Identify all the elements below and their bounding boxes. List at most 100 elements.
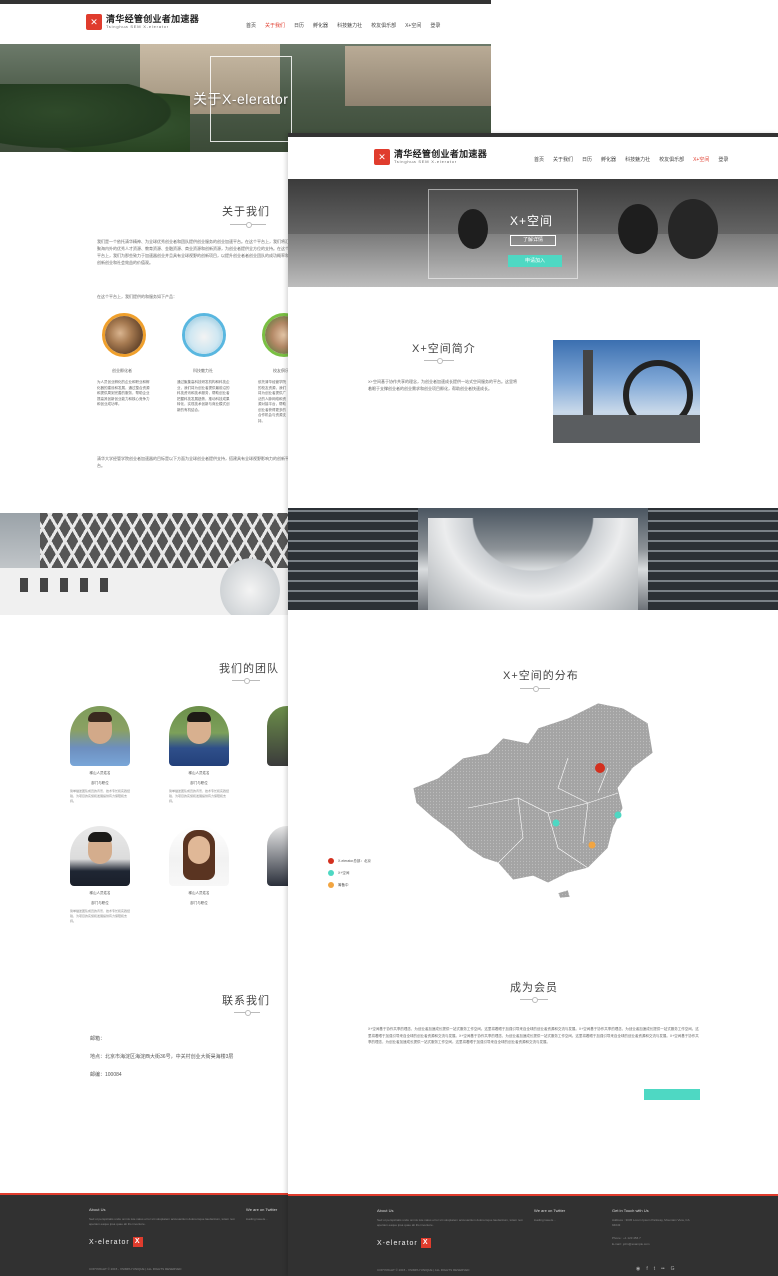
about-note: 清华大学经管学院创业者加速器的目标是以下方面为全球创业者提供支持，搭建具有全球视… — [97, 456, 289, 468]
service-desc-1: 为人员创业孵化的企业和职业和孵化器的建设和发展，通过整合资源和提供周到完善的服务… — [97, 380, 150, 406]
learn-more-button[interactable]: 了解详情 — [510, 235, 556, 246]
legend-color-dot — [328, 870, 334, 876]
logo-icon: ✕ — [86, 14, 102, 30]
logo-cn: 清华经管创业者加速器 — [106, 14, 200, 24]
atrium-banner-image — [288, 508, 778, 610]
hero-title: X+空间 — [510, 214, 554, 228]
main-menu: 首页 关于我们 日历 孵化器 科技魅力社 校友俱乐部 X+空间 登录 — [246, 22, 440, 29]
legend-color-dot — [328, 882, 334, 888]
menu-item[interactable]: 日历 — [582, 156, 592, 163]
footer-contact-label: Get in Touch with Us — [612, 1208, 649, 1213]
legend-label: X+空间 — [338, 870, 350, 875]
member-divider — [520, 997, 548, 1003]
site-logo[interactable]: ✕ 清华经管创业者加速器 Tsinghua SEM X-elerator — [374, 149, 487, 165]
team-card[interactable]: 稀山人员姓名 部门与职位 简单描述团队成员的背景、技术专长和实践经验，为项目的实… — [169, 706, 229, 804]
logo-en: Tsinghua SEM X-elerator — [106, 24, 169, 29]
x-space-marker — [552, 819, 560, 827]
menu-item[interactable]: X+空间 — [405, 22, 421, 29]
team-photo — [70, 826, 130, 886]
member-title: 成为会员 — [510, 982, 558, 994]
menu-item[interactable]: 校友俱乐部 — [371, 22, 396, 29]
footer-twitter-text: loading tweets... — [246, 1217, 268, 1221]
contact-email: 邮箱： — [90, 1036, 106, 1042]
team-photo — [70, 706, 130, 766]
site-logo[interactable]: ✕ 清华经管创业者加速器 Tsinghua SEM X-elerator — [86, 14, 199, 30]
logo-icon: ✕ — [374, 149, 390, 165]
team-name: 稀山人员姓名 — [89, 771, 111, 775]
logo-cn: 清华经管创业者加速器 — [394, 149, 488, 159]
distribution-title: X+空间的分布 — [503, 670, 579, 682]
team-desc: 简单描述团队成员的背景、技术专长和实践经验，为项目的实施和发展提供有力保障和支持… — [70, 909, 131, 923]
team-divider — [232, 678, 260, 684]
google-icon[interactable]: G — [671, 1266, 675, 1272]
footer-email[interactable]: E-mail : john@example.com — [612, 1242, 650, 1247]
menu-item[interactable]: 日历 — [294, 22, 304, 29]
flickr-icon[interactable]: •• — [661, 1266, 665, 1272]
hero-trees-image — [0, 84, 190, 152]
contact-title: 联系我们 — [222, 995, 270, 1007]
menu-item[interactable]: 校友俱乐部 — [659, 156, 684, 163]
team-card[interactable]: 稀山人员姓名 部门与职位 简单描述团队成员的背景、技术专长和实践经验，为项目的实… — [70, 706, 130, 804]
team-card[interactable]: 稀山人员姓名 部门与职位 — [169, 826, 229, 906]
menu-item[interactable]: 登录 — [430, 22, 440, 29]
footer-contact-address: Address : 3045 Lorem Ipsum Parkway, Moun… — [612, 1218, 690, 1227]
footer-phone: Phone : +1 123 456 7 — [612, 1236, 641, 1240]
legend-label: 筹备中 — [338, 882, 349, 887]
footer-twitter-label: We are on Twitter — [246, 1207, 278, 1212]
menu-item[interactable]: 孵化器 — [601, 156, 616, 163]
hainan-island-shape — [557, 889, 571, 899]
title-divider — [230, 222, 266, 228]
become-member-button[interactable] — [644, 1089, 700, 1100]
legend-label: X-elerator总部：北京 — [338, 858, 371, 863]
menu-item[interactable]: 孵化器 — [313, 22, 328, 29]
menu-item[interactable]: 登录 — [718, 156, 728, 163]
about-title: 关于我们 — [222, 206, 270, 218]
footer-about-label: About Us — [89, 1207, 106, 1212]
team-name: 稀山人员姓名 — [188, 771, 210, 775]
team-name: 稀山人员姓名 — [188, 891, 210, 895]
footer-copyright: COPYRIGHT © 2015 - XSIMPLYUNIQUE | ALL R… — [89, 1267, 182, 1271]
footer-twitter-label: We are on Twitter — [534, 1208, 566, 1213]
distribution-divider — [520, 686, 550, 692]
footer-about-text: Sed ut perspiciatis unde omnis iste natu… — [89, 1217, 236, 1226]
service-name-1: 创业孵化者 — [112, 368, 132, 373]
menu-item[interactable]: 首页 — [534, 156, 544, 163]
team-desc: 简单描述团队成员的背景、技术专长和实践经验，为项目的实施和发展提供有力保障和支持… — [70, 789, 131, 803]
team-card[interactable]: 稀山人员姓名 部门与职位 简单描述团队成员的背景、技术专长和实践经验，为项目的实… — [70, 826, 130, 924]
menu-item[interactable]: 关于我们 — [265, 22, 285, 29]
contact-divider — [234, 1010, 260, 1016]
footer-twitter-text: loading tweets... — [534, 1218, 556, 1222]
map-legend: X-elerator总部：北京 X+空间 筹备中 — [328, 858, 371, 894]
about-paragraph-2: 在这个平台上，我们提供的和服务如下产品： — [97, 294, 177, 299]
hq-beijing-marker — [595, 763, 605, 773]
team-photo — [169, 706, 229, 766]
footer-brand[interactable]: X-elerator X — [89, 1237, 143, 1247]
facebook-icon[interactable]: f — [646, 1266, 647, 1272]
team-role: 部门与职位 — [190, 901, 208, 905]
brand-x-icon: X — [132, 1237, 143, 1247]
service-desc-3: 依托清华经管学院的校友资源，我们将为创业者提供广泛的人脉网络和资源对接平台，帮助… — [258, 380, 286, 423]
footer-copyright: COPYRIGHT © 2015 - XSIMPLYUNIQUE | ALL R… — [377, 1268, 470, 1272]
intro-title: X+空间简介 — [412, 343, 476, 355]
brand-x-icon: X — [420, 1238, 431, 1248]
rss-icon[interactable]: ◉ — [636, 1266, 640, 1272]
team-title: 我们的团队 — [219, 663, 279, 675]
navbar: ✕ 清华经管创业者加速器 Tsinghua SEM X-elerator 首页 关… — [0, 4, 491, 44]
menu-item[interactable]: X+空间 — [693, 156, 709, 163]
menu-item[interactable]: 关于我们 — [553, 156, 573, 163]
service-image-tech — [182, 313, 226, 357]
menu-item[interactable]: 首页 — [246, 22, 256, 29]
china-map — [408, 698, 668, 899]
intro-building-image — [553, 340, 700, 443]
intro-divider — [424, 358, 454, 364]
menu-item[interactable]: 科技魅力社 — [625, 156, 650, 163]
twitter-icon[interactable]: t — [654, 1266, 655, 1272]
footer-brand[interactable]: X-elerator X — [377, 1238, 431, 1248]
team-photo — [169, 826, 229, 886]
legend-item: X+空间 — [328, 870, 371, 876]
footer-brand-text: X-elerator — [377, 1239, 418, 1247]
menu-item[interactable]: 科技魅力社 — [337, 22, 362, 29]
hero-banner: X+空间 了解详情 申请加入 — [288, 179, 778, 287]
screenshot-stage: ✕ 清华经管创业者加速器 Tsinghua SEM X-elerator 首页关… — [0, 0, 778, 1276]
apply-join-button[interactable]: 申请加入 — [508, 255, 562, 267]
